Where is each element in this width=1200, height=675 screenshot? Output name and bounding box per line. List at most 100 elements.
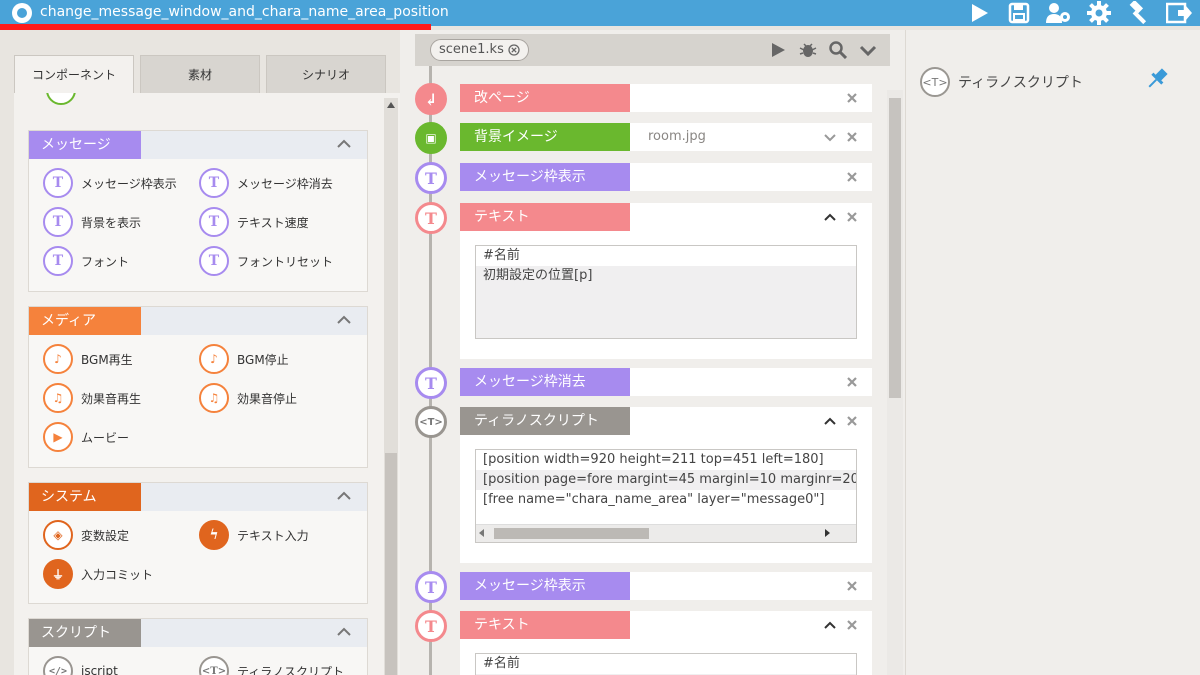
component-movie[interactable]: ▶ ムービー [43, 422, 129, 452]
block-page-break[interactable]: 改ページ [460, 84, 872, 112]
text-editor[interactable]: #名前 初期設定の位置[p] [475, 245, 857, 339]
close-icon[interactable] [846, 415, 858, 427]
component-text-input[interactable]: ϟ テキスト入力 [199, 520, 309, 550]
scrollbar-thumb[interactable] [494, 528, 649, 539]
selected-component-label: ティラノスクリプト [958, 75, 1083, 91]
collapse-chevron-up-icon[interactable] [824, 619, 836, 631]
movie-icon: ▶ [43, 422, 73, 452]
app-logo-icon [12, 3, 32, 23]
debug-bug-icon[interactable] [798, 40, 818, 60]
collapse-chevron-icon[interactable] [337, 137, 351, 151]
bgm-play-icon: ♪ [43, 344, 73, 374]
tab-assets[interactable]: 素材 [140, 55, 260, 93]
background-show-icon: T [43, 207, 73, 237]
scroll-up-arrow-icon[interactable] [387, 102, 395, 108]
block-text-2[interactable]: テキスト #名前 [460, 611, 872, 675]
chevron-down-icon[interactable] [858, 40, 878, 60]
component-bgm-stop[interactable]: ♪ BGM停止 [199, 344, 289, 374]
expand-chevron-down-icon[interactable] [824, 131, 836, 143]
group-message: メッセージ T メッセージ枠表示 T メッセージ枠消去 T 背景を表示 T テキ… [28, 130, 368, 292]
title-bar: change_message_window_and_chara_name_are… [0, 0, 1200, 30]
scrollbar-thumb[interactable] [889, 98, 901, 398]
close-icon[interactable] [846, 619, 858, 631]
message-show-icon: T [43, 168, 73, 198]
text-editor[interactable]: #名前 [475, 653, 857, 675]
close-icon[interactable] [846, 131, 858, 143]
sound-effect-play-icon: ♫ [43, 383, 73, 413]
block-message-show[interactable]: メッセージ枠表示 [460, 163, 872, 191]
close-icon[interactable] [846, 211, 858, 223]
horizontal-scrollbar[interactable] [476, 524, 856, 542]
collapse-chevron-icon[interactable] [337, 489, 351, 503]
component-show-background[interactable]: T 背景を表示 [43, 207, 141, 237]
scene-tab[interactable]: scene1.ks [430, 39, 529, 61]
close-icon[interactable] [846, 376, 858, 388]
block-label: メッセージ枠消去 [460, 368, 630, 396]
play-icon[interactable] [966, 1, 992, 25]
block-label: メッセージ枠表示 [460, 572, 630, 600]
component-list: メッセージ T メッセージ枠表示 T メッセージ枠消去 T 背景を表示 T テキ… [14, 93, 400, 675]
component-panel: コンポーネント 素材 シナリオ メッセージ T メッセージ枠表示 T メッセージ… [0, 30, 400, 675]
tab-scenario[interactable]: シナリオ [266, 55, 386, 93]
block-message-hide[interactable]: メッセージ枠消去 [460, 368, 872, 396]
component-iscript[interactable]: </> iscript [43, 656, 118, 675]
background-image-value: room.jpg [648, 129, 706, 144]
collapse-chevron-up-icon[interactable] [824, 415, 836, 427]
gear-icon[interactable] [1086, 1, 1112, 25]
component-bgm-play[interactable]: ♪ BGM再生 [43, 344, 133, 374]
collapse-chevron-up-icon[interactable] [824, 211, 836, 223]
group-media: メディア ♪ BGM再生 ♪ BGM停止 ♫ 効果音再生 ♫ 効果音停止 ▶ ム… [28, 306, 368, 468]
message-hide-node-icon: T [415, 367, 447, 399]
message-show-node-icon: T [415, 162, 447, 194]
close-icon[interactable] [846, 92, 858, 104]
users-settings-icon[interactable] [1046, 1, 1072, 25]
scrollbar-thumb[interactable] [385, 453, 397, 675]
component-se-stop[interactable]: ♫ 効果音停止 [199, 383, 297, 413]
script-editor[interactable]: [position width=920 height=211 top=451 l… [475, 449, 857, 543]
close-icon[interactable] [846, 171, 858, 183]
build-hammer-icon[interactable] [1126, 1, 1152, 25]
save-icon[interactable] [1006, 1, 1032, 25]
editor-scrollbar[interactable] [887, 90, 903, 675]
text-node-icon: T [415, 610, 447, 642]
collapse-chevron-icon[interactable] [337, 625, 351, 639]
block-text[interactable]: テキスト #名前 初期設定の位置[p] [460, 203, 872, 359]
component-font[interactable]: T フォント [43, 246, 129, 276]
block-message-show-2[interactable]: メッセージ枠表示 [460, 572, 872, 600]
component-input-commit[interactable]: ⏚ 入力コミット [43, 559, 153, 589]
script-line: [position width=920 height=211 top=451 l… [476, 450, 856, 470]
collapse-chevron-icon[interactable] [337, 313, 351, 327]
tab-components[interactable]: コンポーネント [14, 55, 134, 93]
component-message-hide[interactable]: T メッセージ枠消去 [199, 168, 333, 198]
play-scene-icon[interactable] [768, 40, 788, 60]
block-label: テキスト [460, 203, 630, 231]
pin-icon[interactable] [1144, 66, 1170, 92]
block-tyrano-script[interactable]: ティラノスクリプト [position width=920 height=211… [460, 407, 872, 563]
variable-cube-icon: ◈ [43, 520, 73, 550]
export-icon[interactable] [1166, 1, 1192, 25]
group-system: システム ◈ 変数設定 ϟ テキスト入力 ⏚ 入力コミット [28, 482, 368, 604]
component-tyrano-script[interactable]: <T> ティラノスクリプト [199, 656, 344, 675]
close-icon[interactable] [846, 580, 858, 592]
close-tab-icon[interactable] [508, 44, 520, 56]
font-reset-icon: T [199, 246, 229, 276]
component-text-speed[interactable]: T テキスト速度 [199, 207, 309, 237]
component-se-play[interactable]: ♫ 効果音再生 [43, 383, 141, 413]
component-font-reset[interactable]: T フォントリセット [199, 246, 333, 276]
block-background-image[interactable]: 背景イメージ room.jpg [460, 123, 872, 151]
component-message-show[interactable]: T メッセージ枠表示 [43, 168, 177, 198]
search-icon[interactable] [828, 40, 848, 60]
component-list-scrollbar[interactable] [384, 98, 398, 675]
text-line: #名前 [476, 654, 856, 674]
tyrano-script-icon: <T> [920, 67, 950, 97]
script-line: [position page=fore margint=45 marginl=1… [476, 470, 856, 490]
block-label: ティラノスクリプト [460, 407, 630, 435]
text-line: 初期設定の位置[p] [483, 268, 593, 283]
background-image-node-icon: ▣ [415, 122, 447, 154]
block-label: メッセージ枠表示 [460, 163, 630, 191]
scroll-right-arrow-icon[interactable] [825, 529, 830, 537]
text-speed-icon: T [199, 207, 229, 237]
scroll-left-arrow-icon[interactable] [479, 529, 484, 537]
component-variable-set[interactable]: ◈ 変数設定 [43, 520, 129, 550]
tyrano-script-node-icon: <T> [415, 406, 447, 438]
